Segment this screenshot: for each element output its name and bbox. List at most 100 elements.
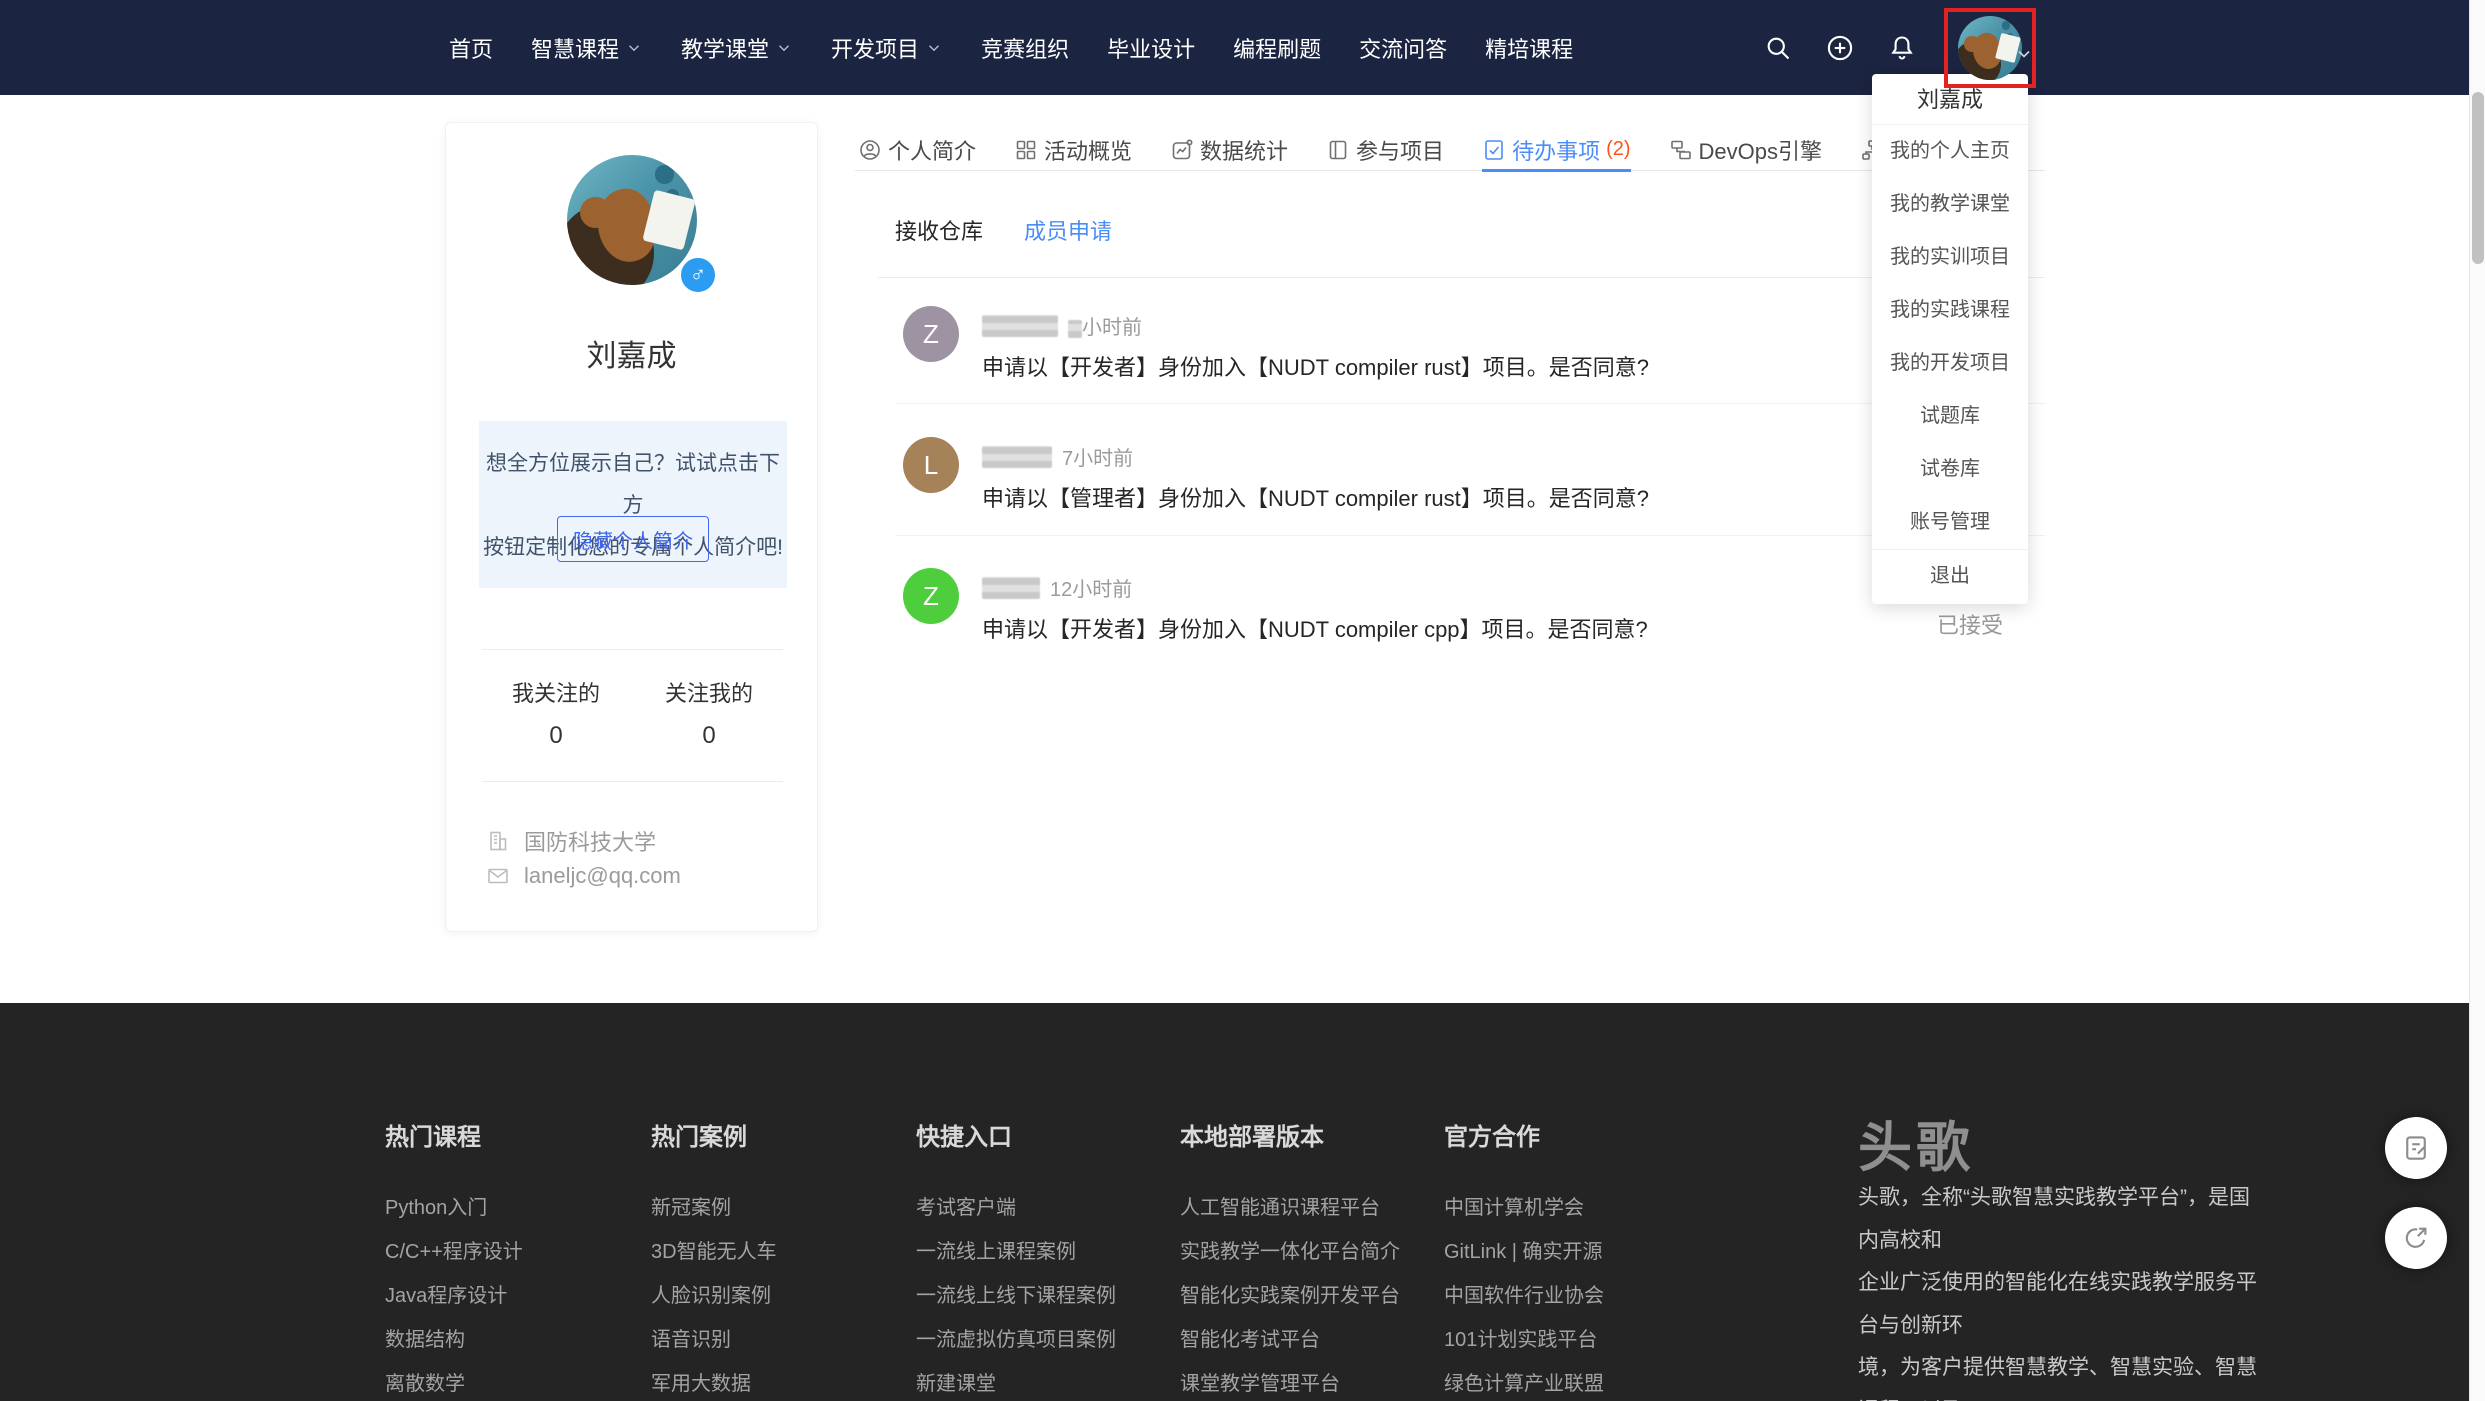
school-building-icon <box>486 829 510 853</box>
project-icon <box>1326 138 1350 162</box>
bell-icon[interactable] <box>1888 34 1916 62</box>
feedback-button[interactable] <box>2385 1117 2447 1179</box>
request-status-accepted: 已接受 <box>1937 608 2003 640</box>
tab-joined-projects[interactable]: 参与项目 <box>1326 128 1444 171</box>
subtab-received-repos[interactable]: 接收仓库 <box>895 214 983 246</box>
footer-link[interactable]: 人脸识别案例 <box>651 1286 777 1306</box>
tab-activity-overview[interactable]: 活动概览 <box>1014 128 1132 171</box>
tab-todo-items[interactable]: 待办事项 (2) <box>1482 128 1630 171</box>
following-stat[interactable]: 我关注的 0 <box>481 676 631 750</box>
footer-link[interactable]: 智能化实践案例开发平台 <box>1180 1286 1400 1306</box>
bio-hint-box: 想全方位展示自己？试试点击下方按钮定制化您的专属个人简介吧! 隐藏个人简介 <box>479 421 787 588</box>
divider <box>482 781 783 782</box>
nav-item-smart-courses[interactable]: 智慧课程 <box>531 32 643 64</box>
devops-icon <box>1669 138 1693 162</box>
footer-link[interactable]: 军用大数据 <box>651 1374 777 1394</box>
tab-data-statistics[interactable]: 数据统计 <box>1170 128 1288 171</box>
nav-item-qa[interactable]: 交流问答 <box>1359 32 1447 64</box>
requester-avatar[interactable]: Z <box>903 306 959 362</box>
nav-item-dev-projects[interactable]: 开发项目 <box>831 32 943 64</box>
email-row: laneljc@qq.com <box>486 863 681 889</box>
footer-link[interactable]: 实践教学一体化平台简介 <box>1180 1242 1400 1262</box>
request-time: 12小时前 <box>1050 573 1132 602</box>
menu-item-logout[interactable]: 退出 <box>1872 549 2028 602</box>
nav-label: 智慧课程 <box>531 32 619 64</box>
tab-label: DevOps引擎 <box>1699 134 1822 166</box>
footer-link[interactable]: 一流线上课程案例 <box>916 1242 1116 1262</box>
footer-link[interactable]: 中国计算机学会 <box>1444 1198 1604 1218</box>
menu-item-my-training[interactable]: 我的实训项目 <box>1872 231 2028 284</box>
nav-label: 精培课程 <box>1485 32 1573 64</box>
footer-link[interactable]: 一流虚拟仿真项目案例 <box>916 1330 1116 1350</box>
footer-link[interactable]: 一流线上线下课程案例 <box>916 1286 1116 1306</box>
nav-item-premium-courses[interactable]: 精培课程 <box>1485 32 1573 64</box>
footer-link[interactable]: 离散数学 <box>385 1374 523 1394</box>
nav-label: 开发项目 <box>831 32 919 64</box>
footer-link[interactable]: 考试客户端 <box>916 1198 1116 1218</box>
footer-link[interactable]: Java程序设计 <box>385 1286 523 1306</box>
search-icon[interactable] <box>1764 34 1792 62</box>
requester-avatar[interactable]: Z <box>903 568 959 624</box>
nav-item-teaching-classroom[interactable]: 教学课堂 <box>681 32 793 64</box>
menu-item-my-teaching[interactable]: 我的教学课堂 <box>1872 178 2028 231</box>
footer-link[interactable]: 绿色计算产业联盟 <box>1444 1374 1604 1394</box>
footer-link[interactable]: 新冠案例 <box>651 1198 777 1218</box>
request-meta: 12小时前 <box>982 573 1132 602</box>
footer-link[interactable]: GitLink | 确实开源 <box>1444 1242 1604 1262</box>
followers-label: 关注我的 <box>634 676 784 708</box>
nav-label: 交流问答 <box>1359 32 1447 64</box>
footer-link[interactable]: 智能化考试平台 <box>1180 1330 1400 1350</box>
tab-label: 参与项目 <box>1356 134 1444 166</box>
footer-link[interactable]: 新建课堂 <box>916 1374 1116 1394</box>
footer-link[interactable]: 人工智能通识课程平台 <box>1180 1198 1400 1218</box>
menu-item-my-dev-projects[interactable]: 我的开发项目 <box>1872 337 2028 390</box>
tab-personal-intro[interactable]: 个人简介 <box>858 128 976 171</box>
nav-item-graduation-design[interactable]: 毕业设计 <box>1107 32 1195 64</box>
hide-bio-button[interactable]: 隐藏个人简介 <box>557 516 709 562</box>
footer-link[interactable]: 3D智能无人车 <box>651 1242 777 1262</box>
profile-card: ♂ 刘嘉成 想全方位展示自己？试试点击下方按钮定制化您的专属个人简介吧! 隐藏个… <box>445 122 818 932</box>
subtab-member-applications[interactable]: 成员申请 <box>1024 214 1112 246</box>
footer-link[interactable]: 101计划实践平台 <box>1444 1330 1604 1350</box>
scrollbar-thumb[interactable] <box>2472 92 2484 264</box>
tab-label: 个人简介 <box>888 134 976 166</box>
menu-item-paper-bank[interactable]: 试卷库 <box>1872 443 2028 496</box>
nav-item-coding-practice[interactable]: 编程刷题 <box>1233 32 1321 64</box>
menu-item-my-homepage[interactable]: 我的个人主页 <box>1872 125 2028 178</box>
nav-item-home[interactable]: 首页 <box>449 32 493 64</box>
footer-link[interactable]: 课堂教学管理平台 <box>1180 1374 1400 1394</box>
footer-col-title: 本地部署版本 <box>1180 1117 1400 1152</box>
footer-col-official-partners: 官方合作 中国计算机学会 GitLink | 确实开源 中国软件行业协会 101… <box>1444 1117 1604 1401</box>
chevron-down-icon <box>625 39 643 57</box>
nav-label: 毕业设计 <box>1107 32 1195 64</box>
plus-circle-icon[interactable] <box>1826 34 1854 62</box>
nav-item-competitions[interactable]: 竞赛组织 <box>981 32 1069 64</box>
tab-devops-engine[interactable]: DevOps引擎 <box>1669 128 1822 171</box>
menu-item-my-practice-courses[interactable]: 我的实践课程 <box>1872 284 2028 337</box>
request-time: 小时前 <box>1068 311 1142 340</box>
footer-link[interactable]: 语音识别 <box>651 1330 777 1350</box>
vertical-scrollbar[interactable] <box>2469 0 2485 1401</box>
todo-icon <box>1482 138 1506 162</box>
request-message: 申请以【管理者】身份加入【NUDT compiler rust】项目。是否同意? <box>982 481 1649 513</box>
share-button[interactable] <box>2385 1207 2447 1269</box>
profile-avatar[interactable] <box>567 155 697 285</box>
footer-link[interactable]: Python入门 <box>385 1198 523 1218</box>
blurred-username <box>982 315 1058 337</box>
request-time: 7小时前 <box>1062 442 1133 471</box>
avatar[interactable] <box>1958 16 2022 80</box>
todo-count-badge: (2) <box>1606 138 1630 161</box>
user-avatar-highlight-box <box>1944 8 2036 88</box>
nav-label: 教学课堂 <box>681 32 769 64</box>
footer-link[interactable]: C/C++程序设计 <box>385 1242 523 1262</box>
blurred-username <box>982 577 1040 599</box>
requester-avatar[interactable]: L <box>903 437 959 493</box>
chevron-down-icon[interactable] <box>2014 44 2034 64</box>
share-arrow-icon <box>2401 1223 2431 1253</box>
footer-link[interactable]: 数据结构 <box>385 1330 523 1350</box>
followers-stat[interactable]: 关注我的 0 <box>634 676 784 750</box>
menu-item-question-bank[interactable]: 试题库 <box>1872 390 2028 443</box>
menu-item-account-settings[interactable]: 账号管理 <box>1872 496 2028 549</box>
footer-link[interactable]: 中国软件行业协会 <box>1444 1286 1604 1306</box>
feedback-form-icon <box>2401 1133 2431 1163</box>
